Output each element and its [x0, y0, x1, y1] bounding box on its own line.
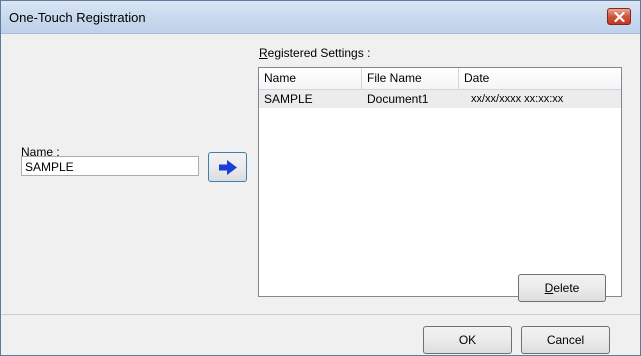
register-button[interactable] — [208, 152, 247, 182]
row-date: xx/xx/xxxx xx:xx:xx — [471, 93, 564, 105]
registered-settings-list[interactable]: Name File Name Date SAMPLE Document1 xx/… — [258, 67, 622, 297]
title-bar[interactable]: One-Touch Registration — [1, 1, 640, 34]
column-header-name[interactable]: Name — [259, 68, 362, 89]
dialog-footer: OK Cancel — [1, 315, 640, 355]
right-arrow-icon — [219, 160, 237, 175]
column-header-date[interactable]: Date — [459, 68, 621, 89]
window-title: One-Touch Registration — [9, 10, 146, 25]
name-input[interactable] — [21, 156, 199, 176]
close-icon — [614, 12, 625, 22]
list-item[interactable]: SAMPLE Document1 xx/xx/xxxx xx:xx:xx — [259, 90, 621, 108]
dialog-body: Registered Settings : Name File Name Dat… — [9, 34, 632, 312]
row-file-name: Document1 — [367, 92, 429, 106]
dialog-window: One-Touch Registration Registered Settin… — [0, 0, 641, 356]
registered-settings-label: Registered Settings : — [259, 46, 371, 60]
delete-button[interactable]: Delete — [518, 274, 606, 302]
list-header: Name File Name Date — [259, 68, 621, 90]
row-name: SAMPLE — [264, 92, 313, 106]
close-button[interactable] — [607, 8, 631, 25]
column-header-file-name[interactable]: File Name — [362, 68, 459, 89]
cancel-button[interactable]: Cancel — [521, 326, 610, 354]
ok-button[interactable]: OK — [423, 326, 512, 354]
